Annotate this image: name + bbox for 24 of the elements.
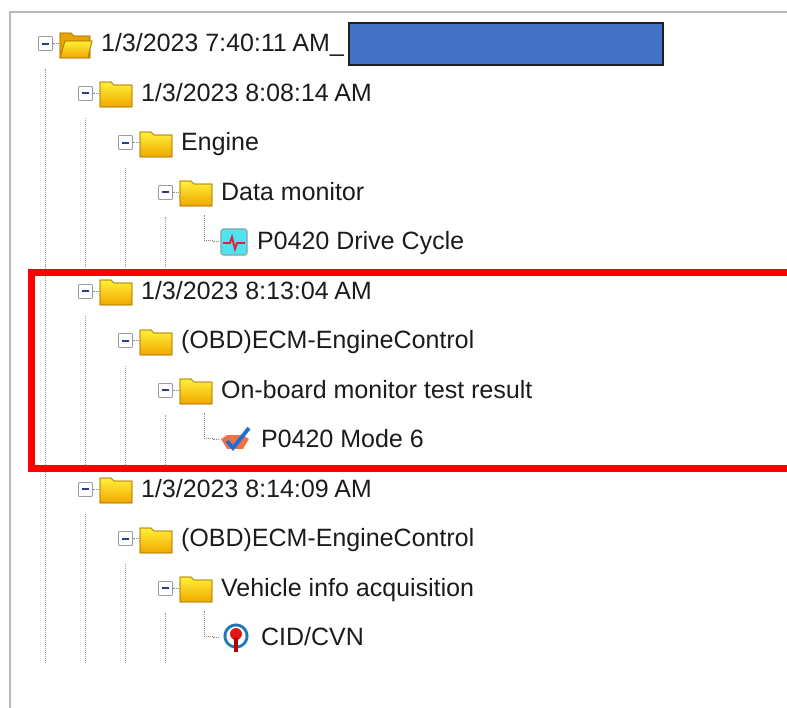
graph-icon <box>219 226 249 257</box>
collapse-toggle[interactable] <box>38 36 53 52</box>
tree-item-label[interactable]: 1/3/2023 8:13:04 AM <box>141 272 372 310</box>
tree-item-label[interactable]: (OBD)ECM-EngineControl <box>181 322 474 360</box>
tree-item-label[interactable]: CID/CVN <box>261 619 364 656</box>
collapse-toggle[interactable] <box>118 333 133 348</box>
collapse-toggle[interactable] <box>158 580 173 596</box>
tree-item-label[interactable]: On-board monitor test result <box>221 372 532 409</box>
collapse-toggle[interactable] <box>78 482 93 497</box>
tree-item-label[interactable]: 1/3/2023 8:14:09 AM <box>141 470 372 508</box>
tree-item-label[interactable]: Data monitor <box>221 174 364 211</box>
tree-item-label[interactable]: P0420 Mode 6 <box>261 421 424 458</box>
tree-item-label[interactable]: (OBD)ECM-EngineControl <box>181 520 474 558</box>
collapse-toggle[interactable] <box>78 86 93 101</box>
collapse-toggle[interactable] <box>118 531 133 546</box>
collapse-toggle[interactable] <box>158 382 173 398</box>
collapse-toggle[interactable] <box>158 184 173 200</box>
tree-item-label[interactable]: Vehicle info acquisition <box>221 570 474 607</box>
tree-item-label[interactable]: P0420 Drive Cycle <box>257 223 464 260</box>
collapse-toggle[interactable] <box>118 135 133 150</box>
tree-item-label[interactable]: Engine <box>181 124 259 162</box>
tree-item-label[interactable]: 1/3/2023 7:40:11 AM_ <box>101 25 344 62</box>
collapse-toggle[interactable] <box>78 284 93 299</box>
tree-item-label[interactable]: 1/3/2023 8:08:14 AM <box>141 74 372 112</box>
